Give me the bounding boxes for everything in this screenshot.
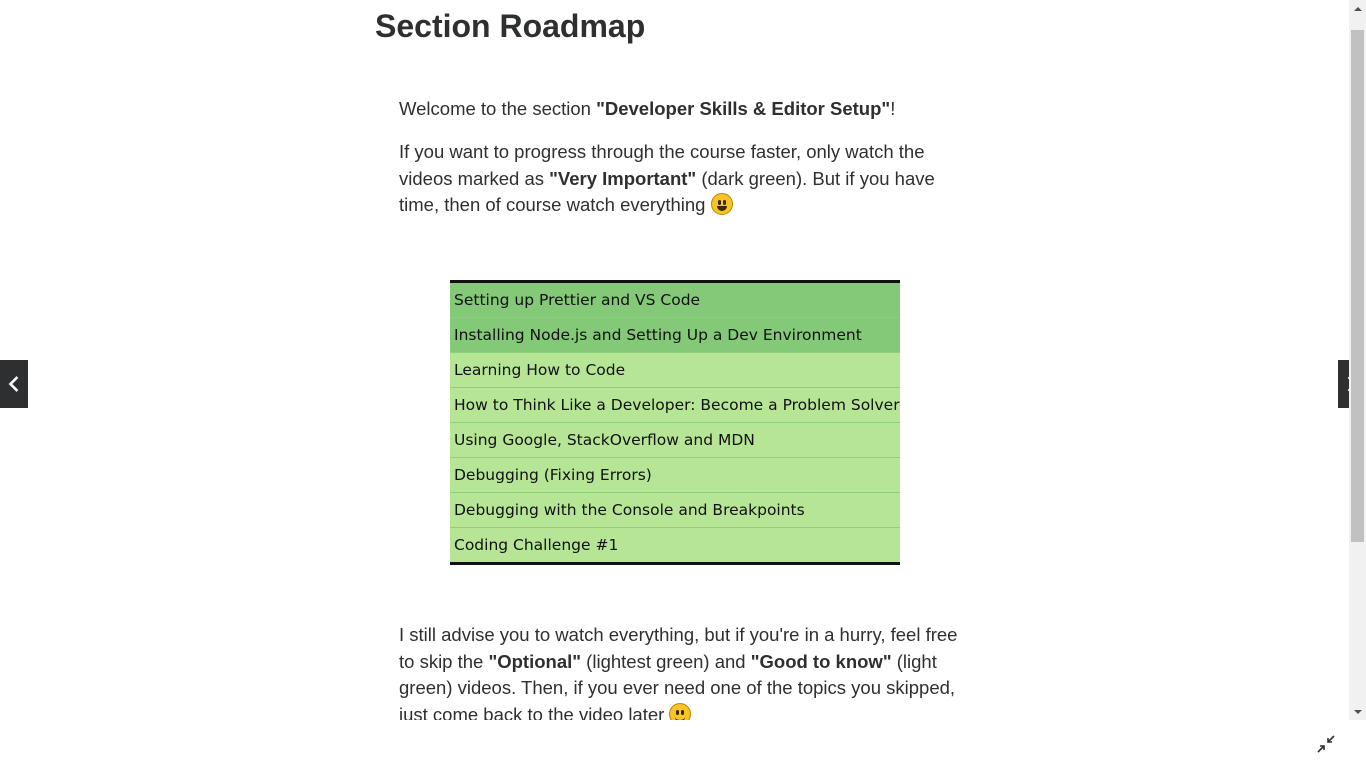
welcome-text: Welcome to the section [399, 98, 597, 119]
roadmap-row: Setting up Prettier and VS Code [450, 283, 900, 318]
vertical-scrollbar[interactable] [1349, 0, 1366, 720]
roadmap-row: Installing Node.js and Setting Up a Dev … [450, 318, 900, 353]
page-title: Section Roadmap [375, 8, 646, 44]
exit-fullscreen-button[interactable] [1314, 732, 1338, 756]
roadmap-row: Coding Challenge #1 [450, 528, 900, 562]
roadmap-row: How to Think Like a Developer: Become a … [450, 388, 900, 423]
previous-lecture-button[interactable] [0, 360, 28, 408]
lecture-content-viewport: Section Roadmap Welcome to the section "… [0, 0, 1349, 720]
roadmap-row: Learning How to Code [450, 353, 900, 388]
optional-label: "Optional" [488, 650, 582, 672]
roadmap-row: Debugging with the Console and Breakpoin… [450, 493, 900, 528]
winking-face-emoji-icon [669, 702, 692, 720]
good-to-know-label: "Good to know" [750, 650, 892, 672]
roadmap-row: Debugging (Fixing Errors) [450, 458, 900, 493]
progress-paragraph: If you want to progress through the cour… [399, 139, 959, 219]
scroll-up-arrow-icon[interactable] [1349, 0, 1366, 17]
chevron-left-icon [8, 376, 19, 392]
roadmap-row: Using Google, StackOverflow and MDN [450, 423, 900, 458]
grinning-face-emoji-icon [710, 193, 733, 215]
advice-paragraph: I still advise you to watch everything, … [399, 622, 959, 720]
scroll-down-arrow-icon[interactable] [1349, 703, 1366, 720]
very-important-label: "Very Important" [549, 167, 697, 189]
welcome-text-end: ! [890, 98, 896, 119]
scrollbar-thumb[interactable] [1351, 30, 1364, 542]
player-control-bar [0, 720, 1366, 768]
section-roadmap-table: Setting up Prettier and VS Code Installi… [450, 280, 900, 565]
welcome-paragraph: Welcome to the section "Developer Skills… [399, 96, 959, 123]
section-name: "Developer Skills & Editor Setup" [596, 98, 891, 119]
advice-text-middle: (lightest green) and [581, 650, 751, 672]
exit-fullscreen-icon [1317, 735, 1335, 753]
